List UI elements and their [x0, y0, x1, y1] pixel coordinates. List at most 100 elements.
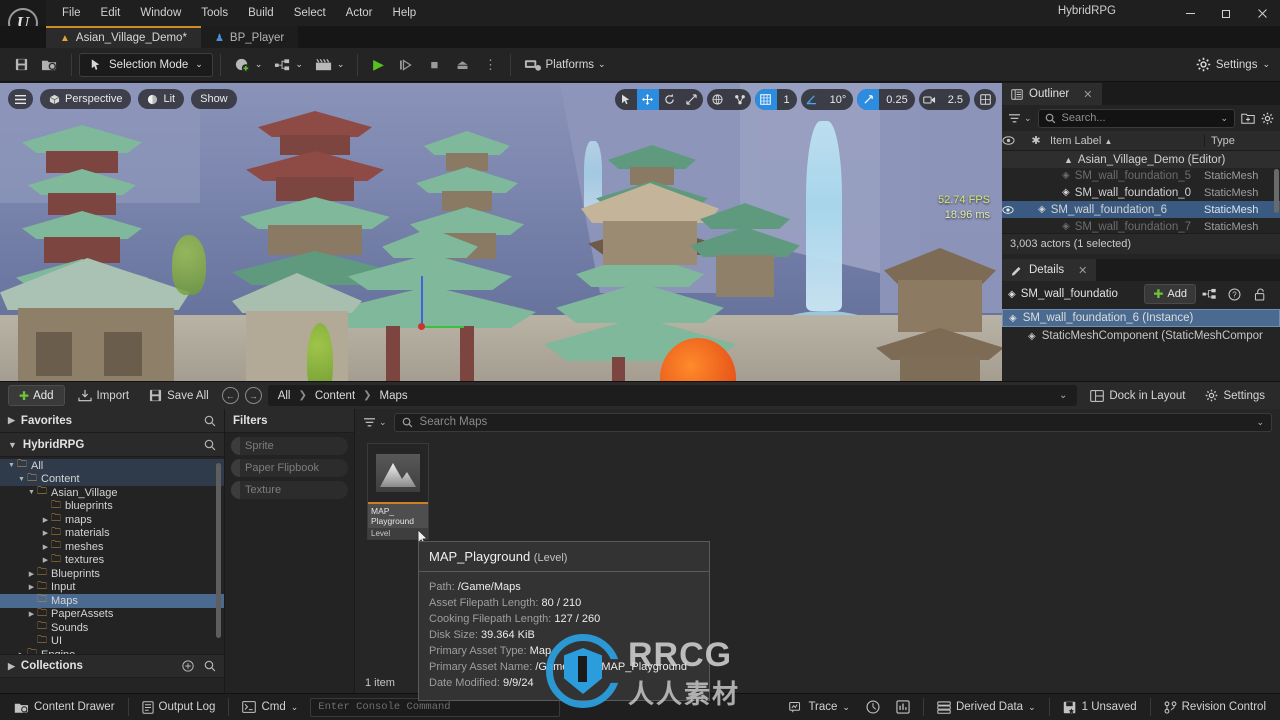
content-add-button[interactable]: ✚ Add: [8, 385, 65, 406]
chevron-right-icon[interactable]: ▶: [26, 570, 37, 578]
scale-snap-icon[interactable]: [857, 89, 880, 110]
collections-search-icon[interactable]: [204, 660, 216, 672]
import-button[interactable]: Import: [71, 385, 137, 406]
save-all-button[interactable]: Save All: [142, 385, 216, 406]
toolbar-settings-button[interactable]: Settings ⌄: [1196, 57, 1270, 72]
filter-chip-texture[interactable]: Texture: [231, 481, 348, 499]
menu-item-file[interactable]: File: [52, 2, 91, 24]
camera-speed-value[interactable]: 2.5: [941, 89, 970, 110]
breadcrumb-item-maps[interactable]: Maps: [380, 390, 408, 402]
select-tool-icon[interactable]: [615, 89, 637, 110]
tree-scrollbar[interactable]: [216, 463, 221, 638]
unsaved-button[interactable]: 1 Unsaved: [1055, 697, 1145, 717]
derived-data-dropdown[interactable]: Derived Data ⌄: [929, 697, 1044, 717]
tree-node-blueprints-lc[interactable]: 🗀 blueprints: [0, 500, 224, 514]
chevron-right-icon[interactable]: ▶: [26, 583, 37, 591]
filter-icon[interactable]: ⌄: [1008, 113, 1032, 124]
menu-item-window[interactable]: Window: [130, 2, 191, 24]
back-arrow-icon[interactable]: ←: [221, 387, 239, 404]
tree-node-content[interactable]: ▼ 🗀 Content: [0, 472, 224, 486]
tree-node-maps-lc[interactable]: ▶ 🗀 maps: [0, 513, 224, 527]
outliner-row-selected[interactable]: ◈ SM_wall_foundation_6 StaticMesh: [1002, 201, 1280, 218]
blueprints-dropdown[interactable]: ⌄: [268, 53, 309, 77]
favorites-section-header[interactable]: ▶ Favorites: [0, 409, 224, 433]
platforms-dropdown[interactable]: Platforms ⌄: [518, 53, 611, 77]
eject-button[interactable]: ⏏: [449, 53, 475, 77]
performance-icon[interactable]: [858, 697, 888, 717]
sources-search-icon[interactable]: [204, 439, 216, 451]
output-log-button[interactable]: Output Log: [134, 697, 224, 717]
tab-asian-village-demo[interactable]: ▲ Asian_Village_Demo*: [46, 26, 201, 48]
angle-snap-icon[interactable]: [801, 89, 823, 110]
scale-snap-value[interactable]: 0.25: [879, 89, 914, 110]
row-visibility-toggle[interactable]: [1002, 205, 1026, 214]
outliner-scrollbar[interactable]: [1274, 169, 1279, 213]
column-type-header[interactable]: Type: [1204, 134, 1280, 147]
play-button[interactable]: ▶: [365, 53, 391, 77]
collections-section-header[interactable]: ▶ Collections: [0, 654, 224, 678]
outliner-row-root[interactable]: ▲ Asian_Village_Demo (Editor): [1002, 151, 1280, 168]
tree-node-meshes[interactable]: ▶ 🗀 meshes: [0, 540, 224, 554]
add-folder-icon[interactable]: [1241, 112, 1255, 124]
unlock-icon[interactable]: [1254, 288, 1274, 301]
selection-mode-dropdown[interactable]: Selection Mode ⌄: [79, 52, 213, 77]
chevron-down-icon[interactable]: ⌄: [1220, 113, 1228, 124]
asset-tile-map-playground[interactable]: MAP_ Playground Level: [367, 443, 429, 545]
tree-node-input[interactable]: ▶ 🗀 Input: [0, 581, 224, 595]
tab-outliner[interactable]: Outliner ✕: [1002, 83, 1102, 105]
viewport-layout-icon[interactable]: [974, 89, 996, 110]
menu-item-edit[interactable]: Edit: [91, 2, 131, 24]
surface-snap-icon[interactable]: [729, 89, 751, 110]
help-icon[interactable]: ?: [1228, 288, 1248, 301]
skip-button[interactable]: [393, 53, 419, 77]
menu-item-select[interactable]: Select: [284, 2, 336, 24]
cmd-dropdown[interactable]: Cmd ⌄: [234, 697, 306, 717]
chevron-down-icon[interactable]: ▼: [26, 489, 37, 496]
viewport-perspective-dropdown[interactable]: Perspective: [40, 89, 132, 109]
maximize-button[interactable]: [1208, 0, 1244, 26]
create-actor-dropdown[interactable]: ⌄: [228, 53, 269, 77]
chevron-right-icon[interactable]: ▶: [26, 610, 37, 618]
details-row-instance[interactable]: ◈ SM_wall_foundation_6 (Instance): [1002, 309, 1280, 327]
sources-section-header[interactable]: ▼ HybridRPG: [0, 433, 224, 457]
menu-item-actor[interactable]: Actor: [336, 2, 383, 24]
chevron-right-icon[interactable]: ▶: [40, 556, 51, 564]
viewport-menu-icon[interactable]: [8, 89, 33, 109]
tab-details[interactable]: Details ✕: [1002, 259, 1097, 281]
chevron-right-icon[interactable]: ▶: [16, 651, 27, 654]
details-row-component[interactable]: ◈ StaticMeshComponent (StaticMeshCompor: [1002, 327, 1280, 345]
stop-button[interactable]: ■: [421, 53, 447, 77]
filter-chip-sprite[interactable]: Sprite: [231, 437, 348, 455]
viewport-viewmode-dropdown[interactable]: Lit: [138, 89, 185, 109]
chevron-right-icon[interactable]: ▶: [40, 529, 51, 537]
scale-tool-icon[interactable]: [681, 89, 703, 110]
chevron-down-icon[interactable]: ▼: [16, 476, 27, 483]
camera-speed-icon[interactable]: [919, 89, 941, 110]
trace-dropdown[interactable]: Trace ⌄: [781, 697, 858, 717]
outliner-row[interactable]: ◈ SM_wall_foundation_7 StaticMesh: [1002, 218, 1280, 233]
menu-item-tools[interactable]: Tools: [191, 2, 238, 24]
menu-item-build[interactable]: Build: [238, 2, 284, 24]
content-settings-button[interactable]: Settings: [1198, 385, 1272, 406]
favorites-search-icon[interactable]: [204, 415, 216, 427]
forward-arrow-icon[interactable]: →: [244, 387, 262, 404]
angle-snap-value[interactable]: 10°: [823, 89, 854, 110]
chevron-right-icon[interactable]: ▶: [40, 516, 51, 524]
viewport-show-dropdown[interactable]: Show: [191, 89, 237, 109]
close-icon[interactable]: ✕: [1078, 264, 1087, 277]
level-viewport[interactable]: Perspective Lit Show 1 10° 0.25 2.5 52.7…: [0, 83, 1002, 381]
tree-node-asian-village[interactable]: ▼ 🗀 Asian_Village: [0, 486, 224, 500]
rotate-tool-icon[interactable]: [659, 89, 681, 110]
outliner-row[interactable]: ◈ SM_wall_foundation_0 StaticMesh: [1002, 184, 1280, 201]
cinematics-dropdown[interactable]: ⌄: [309, 53, 351, 77]
filter-chip-paper-flipbook[interactable]: Paper Flipbook: [231, 459, 348, 477]
asset-search-input[interactable]: Search Maps ⌄: [393, 412, 1272, 432]
outliner-row[interactable]: ◈ SM_wall_foundation_5 StaticMesh: [1002, 167, 1280, 184]
browse-content-button[interactable]: [35, 53, 64, 77]
chevron-right-icon[interactable]: ▶: [40, 543, 51, 551]
add-collection-icon[interactable]: [182, 660, 194, 672]
move-tool-icon[interactable]: [636, 89, 659, 110]
tree-node-maps[interactable]: 🗀 Maps: [0, 594, 224, 608]
column-pin-header[interactable]: ✱: [1026, 134, 1046, 147]
memory-stats-icon[interactable]: [888, 697, 918, 717]
